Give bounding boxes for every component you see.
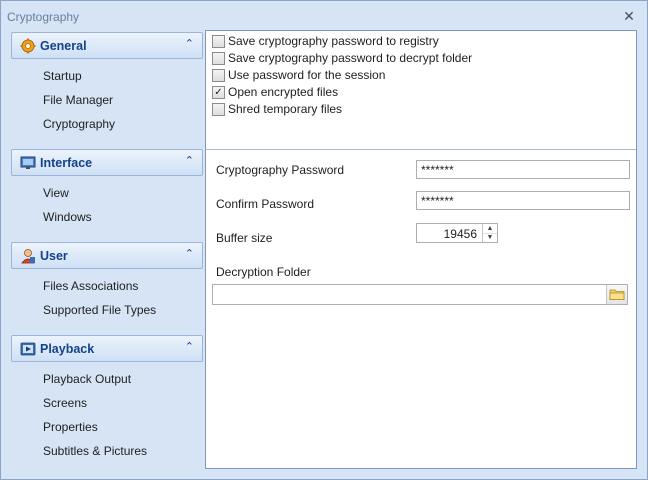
option-label: Save cryptography password to decrypt fo…	[228, 51, 473, 65]
playback-icon	[20, 342, 36, 356]
sidebar-item-cryptography[interactable]: Cryptography	[43, 117, 115, 131]
option-label: Save cryptography password to registry	[228, 34, 439, 48]
crypto-password-field[interactable]: *******	[416, 160, 630, 179]
group-label-interface: Interface	[40, 156, 93, 170]
group-header-user[interactable]: User ⌃	[11, 242, 203, 269]
group-header-interface[interactable]: Interface ⌃	[11, 149, 203, 176]
sidebar-item-startup[interactable]: Startup	[43, 69, 82, 83]
chevron-up-icon[interactable]: ⌃	[185, 37, 194, 50]
buffer-size-value: 19456	[443, 227, 477, 241]
crypto-password-label: Cryptography Password	[216, 163, 345, 177]
sidebar-item-playback-output[interactable]: Playback Output	[43, 372, 131, 386]
monitor-icon	[20, 156, 36, 169]
group-header-playback[interactable]: Playback ⌃	[11, 335, 203, 362]
settings-panel: Save cryptography password to registry S…	[205, 30, 637, 469]
sidebar-item-file-manager[interactable]: File Manager	[43, 93, 113, 107]
checkbox-checked[interactable]: ✓	[212, 86, 225, 99]
buffer-size-label: Buffer size	[216, 231, 273, 245]
stepper-down-icon[interactable]: ▼	[482, 233, 497, 242]
group-label-general: General	[40, 39, 87, 53]
checkbox[interactable]	[212, 103, 225, 116]
sidebar-item-supported-file-types[interactable]: Supported File Types	[43, 303, 156, 317]
sidebar-item-windows[interactable]: Windows	[43, 210, 92, 224]
decryption-folder-field[interactable]	[212, 284, 628, 305]
chevron-up-icon[interactable]: ⌃	[185, 154, 194, 167]
checkbox[interactable]	[212, 35, 225, 48]
sidebar-item-view[interactable]: View	[43, 186, 69, 200]
decryption-folder-label: Decryption Folder	[216, 265, 311, 279]
checkbox[interactable]	[212, 69, 225, 82]
option-label: Use password for the session	[228, 68, 386, 82]
password-form: Cryptography Password ******* Confirm Pa…	[206, 150, 636, 468]
buffer-size-stepper[interactable]: 19456 ▲ ▼	[416, 223, 498, 243]
close-icon[interactable]: ✕	[621, 8, 637, 24]
option-label: Shred temporary files	[228, 102, 343, 116]
sidebar-item-subtitles-pictures[interactable]: Subtitles & Pictures	[43, 444, 147, 458]
window-title: Cryptography	[7, 10, 80, 24]
confirm-password-field[interactable]: *******	[416, 191, 630, 210]
group-interface: Interface ⌃	[11, 149, 203, 176]
group-label-playback: Playback	[40, 342, 95, 356]
browse-folder-button[interactable]	[606, 285, 627, 304]
gear-icon	[20, 38, 36, 54]
confirm-password-label: Confirm Password	[216, 197, 315, 211]
group-header-general[interactable]: General ⌃	[11, 32, 203, 59]
chevron-up-icon[interactable]: ⌃	[185, 340, 194, 353]
folder-icon	[609, 289, 625, 300]
sidebar-item-properties[interactable]: Properties	[43, 420, 98, 434]
user-icon	[21, 249, 35, 264]
chevron-up-icon[interactable]: ⌃	[185, 247, 194, 260]
group-user: User ⌃	[11, 242, 203, 269]
settings-window: Cryptography ✕ General ⌃ Startup File Ma…	[0, 0, 648, 480]
sidebar-item-screens[interactable]: Screens	[43, 396, 87, 410]
sidebar-item-files-associations[interactable]: Files Associations	[43, 279, 138, 293]
title-bar: Cryptography ✕	[1, 1, 647, 31]
group-general: General ⌃	[11, 32, 203, 59]
options-list: Save cryptography password to registry S…	[206, 31, 636, 150]
group-playback: Playback ⌃	[11, 335, 203, 362]
checkbox[interactable]	[212, 52, 225, 65]
group-label-user: User	[40, 249, 68, 263]
sidebar: General ⌃ Startup File Manager Cryptogra…	[5, 31, 205, 471]
option-label: Open encrypted files	[228, 85, 339, 99]
